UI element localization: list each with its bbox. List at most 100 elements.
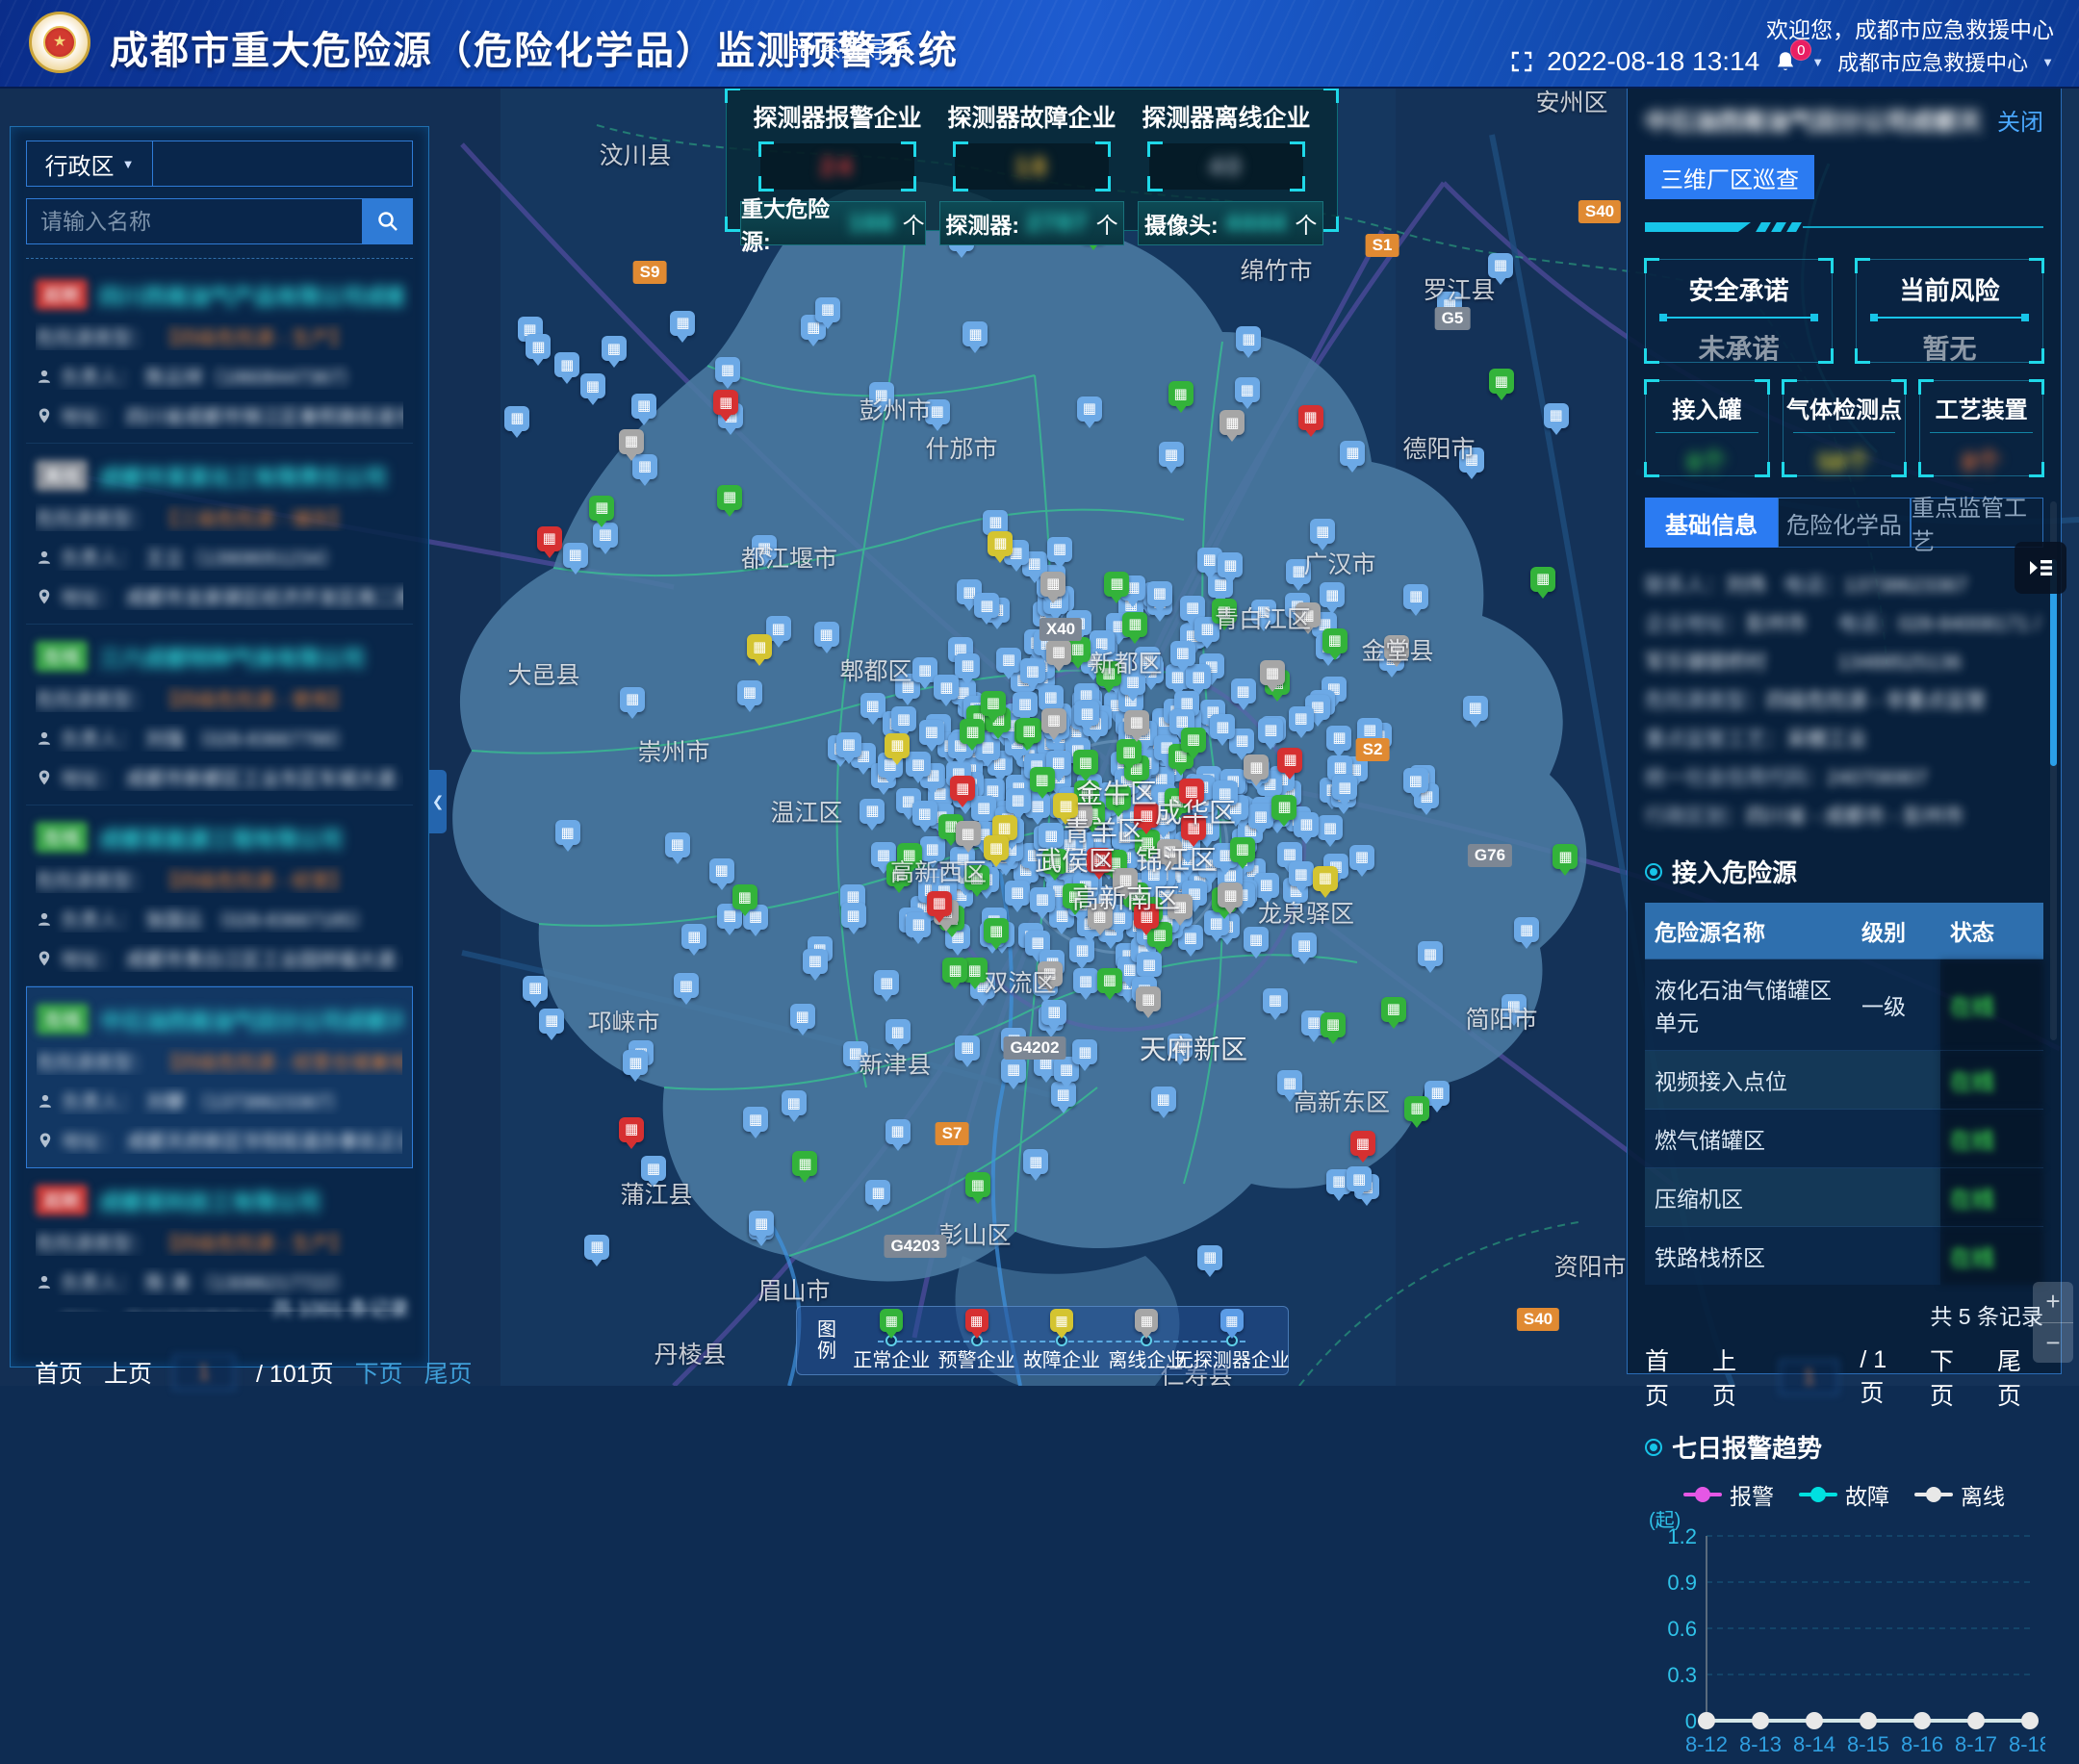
company-map-pin[interactable]: ▦ [1030, 767, 1055, 792]
company-map-pin[interactable]: ▦ [623, 1050, 648, 1075]
company-map-pin[interactable]: ▦ [1332, 775, 1357, 800]
company-map-pin[interactable]: ▦ [1277, 1070, 1302, 1095]
company-map-pin[interactable]: ▦ [897, 843, 922, 868]
company-map-pin[interactable]: ▦ [860, 799, 885, 824]
company-map-pin[interactable]: ▦ [1168, 894, 1193, 919]
company-map-pin[interactable]: ▦ [1179, 779, 1204, 804]
company-map-pin[interactable]: ▦ [1136, 986, 1161, 1011]
company-map-pin[interactable]: ▦ [927, 891, 952, 916]
company-map-pin[interactable]: ▦ [1260, 660, 1285, 685]
company-map-pin[interactable]: ▦ [792, 1151, 817, 1176]
company-map-pin[interactable]: ▦ [960, 719, 985, 744]
company-map-pin[interactable]: ▦ [737, 680, 762, 705]
company-map-pin[interactable]: ▦ [886, 1119, 911, 1144]
company-map-pin[interactable]: ▦ [974, 593, 999, 618]
company-map-pin[interactable]: ▦ [1041, 1000, 1066, 1025]
company-map-pin[interactable]: ▦ [984, 835, 1009, 860]
company-map-pin[interactable]: ▦ [1263, 988, 1288, 1013]
company-map-pin[interactable]: ▦ [539, 1009, 564, 1034]
company-map-pin[interactable]: ▦ [1514, 917, 1539, 942]
company-map-pin[interactable]: ▦ [1254, 873, 1279, 898]
company-map-pin[interactable]: ▦ [619, 429, 644, 454]
zoom-out-button[interactable]: − [2033, 1323, 2073, 1364]
company-map-pin[interactable]: ▦ [1097, 968, 1122, 993]
company-map-pin[interactable]: ▦ [1502, 994, 1527, 1019]
company-map-pin[interactable]: ▦ [1381, 997, 1406, 1022]
company-map-pin[interactable]: ▦ [1181, 728, 1206, 753]
company-map-pin[interactable]: ▦ [885, 733, 910, 758]
company-card[interactable]: 在线中石油西南油气田分公司成都天然气储配站危险源类型：【四级危险源 - 经营仓储… [26, 986, 413, 1168]
tab-重点监管工艺[interactable]: 重点监管工艺 [1911, 498, 2043, 548]
company-map-pin[interactable]: ▦ [1313, 866, 1338, 891]
company-map-pin[interactable]: ▦ [836, 732, 861, 757]
company-map-pin[interactable]: ▦ [752, 535, 777, 560]
table-row[interactable]: 视频接入点位在线 [1645, 1051, 2043, 1110]
company-map-pin[interactable]: ▦ [1197, 1245, 1222, 1270]
company-map-pin[interactable]: ▦ [1074, 701, 1099, 726]
company-map-pin[interactable]: ▦ [589, 496, 614, 521]
company-map-pin[interactable]: ▦ [1489, 369, 1514, 394]
company-map-pin[interactable]: ▦ [1404, 1096, 1429, 1121]
company-map-pin[interactable]: ▦ [843, 1041, 868, 1066]
company-map-pin[interactable]: ▦ [956, 821, 981, 846]
trend-legend-item[interactable]: 故障 [1799, 1478, 1889, 1511]
company-map-pin[interactable]: ▦ [1077, 396, 1102, 422]
company-map-pin[interactable]: ▦ [955, 1035, 980, 1061]
company-map-pin[interactable]: ▦ [1349, 845, 1374, 870]
company-map-pin[interactable]: ▦ [1218, 882, 1243, 908]
page-input[interactable]: 1 [173, 1355, 235, 1390]
company-map-pin[interactable]: ▦ [1219, 410, 1245, 435]
company-map-pin[interactable]: ▦ [1236, 326, 1261, 351]
company-map-pin[interactable]: ▦ [1053, 793, 1078, 818]
company-map-pin[interactable]: ▦ [504, 406, 529, 431]
company-map-pin[interactable]: ▦ [1251, 600, 1276, 625]
search-input[interactable] [26, 198, 363, 244]
company-map-pin[interactable]: ▦ [1170, 641, 1195, 666]
region-select[interactable]: 行政区 ▼ [26, 141, 153, 187]
next-page-link[interactable]: 下页 [1930, 1342, 1976, 1412]
company-map-pin[interactable]: ▦ [563, 543, 588, 568]
company-map-pin[interactable]: ▦ [1326, 726, 1351, 751]
company-map-pin[interactable]: ▦ [641, 1156, 666, 1181]
company-map-pin[interactable]: ▦ [1292, 933, 1317, 958]
company-map-pin[interactable]: ▦ [1186, 664, 1211, 689]
company-map-pin[interactable]: ▦ [1134, 904, 1159, 929]
company-map-pin[interactable]: ▦ [1006, 788, 1031, 813]
company-map-pin[interactable]: ▦ [860, 693, 886, 718]
company-map-pin[interactable]: ▦ [1168, 381, 1194, 406]
company-map-pin[interactable]: ▦ [1088, 904, 1113, 929]
company-card[interactable]: 离线成都市某某化工有限责任公司危险源类型：【三级危险源 - 储存】负责人：王立（… [26, 444, 413, 625]
sidebar-collapse-button[interactable]: ❮ [429, 770, 447, 833]
company-map-pin[interactable]: ▦ [1072, 1039, 1097, 1064]
company-map-pin[interactable]: ▦ [803, 949, 828, 974]
table-row[interactable]: 燃气储罐区在线 [1645, 1110, 2043, 1168]
company-map-pin[interactable]: ▦ [555, 820, 580, 845]
company-map-pin[interactable]: ▦ [1320, 582, 1345, 607]
company-map-pin[interactable]: ▦ [981, 691, 1006, 716]
company-map-pin[interactable]: ▦ [681, 924, 706, 949]
company-map-pin[interactable]: ▦ [1210, 714, 1235, 739]
trend-legend-item[interactable]: 报警 [1683, 1478, 1774, 1511]
company-map-pin[interactable]: ▦ [619, 1117, 644, 1142]
panel-side-button[interactable] [2015, 542, 2066, 594]
company-map-pin[interactable]: ▦ [1289, 861, 1314, 886]
company-map-pin[interactable]: ▦ [1530, 567, 1555, 592]
company-map-pin[interactable]: ▦ [782, 1090, 807, 1115]
company-map-pin[interactable]: ▦ [1106, 785, 1131, 810]
company-map-pin[interactable]: ▦ [554, 352, 579, 377]
company-map-pin[interactable]: ▦ [1553, 844, 1578, 869]
system-nav-button[interactable]: 系统导航 [789, 31, 911, 64]
company-map-pin[interactable]: ▦ [1488, 253, 1513, 278]
company-map-pin[interactable]: ▦ [1294, 812, 1319, 837]
company-map-pin[interactable]: ▦ [674, 973, 699, 998]
company-map-pin[interactable]: ▦ [1321, 1012, 1346, 1037]
company-map-pin[interactable]: ▦ [920, 836, 945, 861]
company-map-pin[interactable]: ▦ [1124, 710, 1149, 735]
3d-patrol-button[interactable]: 三维厂区巡查 [1645, 155, 1814, 199]
zoom-in-button[interactable]: + [2033, 1282, 2073, 1323]
company-map-pin[interactable]: ▦ [1039, 685, 1064, 710]
first-page-link[interactable]: 首页 [35, 1355, 83, 1390]
company-map-pin[interactable]: ▦ [1159, 442, 1184, 467]
company-map-pin[interactable]: ▦ [1157, 839, 1182, 864]
page-input[interactable]: 1 [1780, 1360, 1838, 1394]
